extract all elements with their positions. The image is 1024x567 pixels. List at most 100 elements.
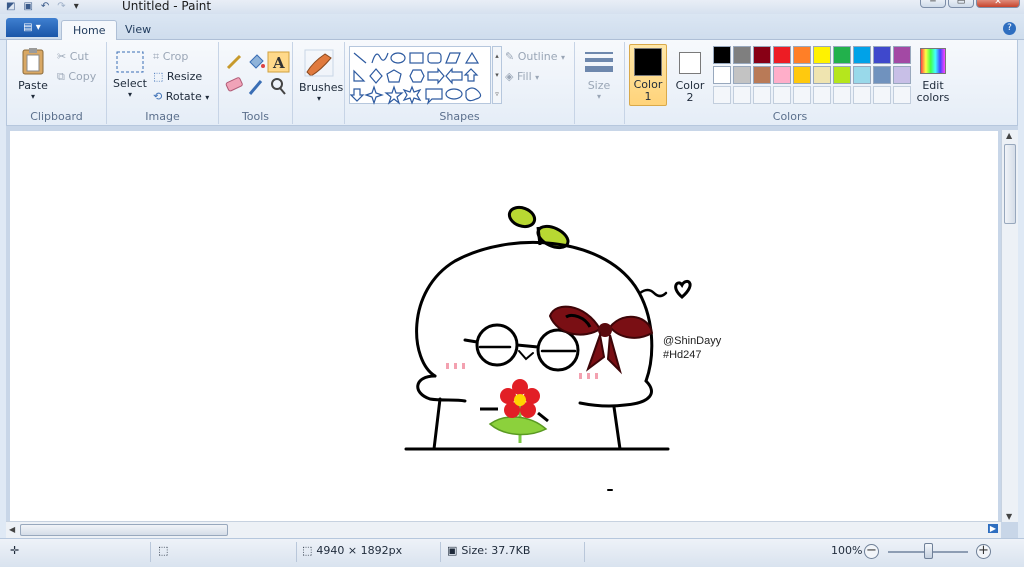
scroll-right-icon[interactable]: ▶ xyxy=(987,524,998,533)
vertical-scroll-thumb[interactable] xyxy=(1004,144,1016,224)
zoom-out-button[interactable]: − xyxy=(864,544,879,559)
custom-color-slot[interactable] xyxy=(893,86,911,104)
rotate-dropdown-icon: ▾ xyxy=(205,93,210,102)
close-button[interactable]: ✕ xyxy=(976,0,1020,8)
paint-menu-button[interactable]: ▤ ▾ xyxy=(6,18,58,37)
custom-color-slot[interactable] xyxy=(873,86,891,104)
custom-color-slot[interactable] xyxy=(713,86,731,104)
quick-access-toolbar: ◩ ▣ ↶ ↷ ▾ xyxy=(6,0,79,14)
select-dropdown-icon: ▾ xyxy=(127,90,132,99)
color2-button[interactable]: Color 2 xyxy=(671,44,709,106)
rotate-button[interactable]: ⟲ Rotate ▾ xyxy=(153,90,209,103)
select-button[interactable]: Select ▾ xyxy=(113,50,147,99)
oval-callout-shape-icon xyxy=(445,88,463,100)
resize-button[interactable]: ⬚ Resize xyxy=(153,70,202,83)
maximize-button[interactable]: ▭ xyxy=(948,0,974,8)
outline-button[interactable]: ✎ Outline ▾ xyxy=(505,50,565,63)
shapes-scroll[interactable]: ▴ ▾ ▿ xyxy=(492,46,502,104)
shapes-gallery[interactable] xyxy=(349,46,491,105)
custom-color-slot[interactable] xyxy=(833,86,851,104)
pencil-icon[interactable] xyxy=(224,52,244,72)
color-swatch[interactable] xyxy=(893,66,911,84)
copy-icon: ⧉ xyxy=(57,70,65,83)
brushes-button[interactable]: Brushes ▾ xyxy=(299,48,343,103)
color-swatch[interactable] xyxy=(873,46,891,64)
custom-color-slot[interactable] xyxy=(773,86,791,104)
line-shape-icon xyxy=(353,52,367,64)
paint-app-icon[interactable]: ◩ xyxy=(6,1,15,13)
color-swatch[interactable] xyxy=(713,66,731,84)
rainbow-icon xyxy=(920,48,946,74)
color-swatch[interactable] xyxy=(813,46,831,64)
undo-icon[interactable]: ↶ xyxy=(41,1,49,13)
color-swatch[interactable] xyxy=(713,46,731,64)
color-swatch[interactable] xyxy=(893,46,911,64)
color-swatch[interactable] xyxy=(813,66,831,84)
redo-icon[interactable]: ↷ xyxy=(57,1,65,13)
color-swatch[interactable] xyxy=(773,46,791,64)
horizontal-scroll-thumb[interactable] xyxy=(20,524,228,536)
paste-icon xyxy=(22,48,44,75)
disk-icon: ▣ xyxy=(447,544,458,557)
resize-icon: ⬚ xyxy=(153,70,164,83)
drawing-canvas[interactable]: @ShinDayy #Hd247 xyxy=(10,131,998,522)
help-icon[interactable]: ? xyxy=(1003,22,1016,35)
color-swatch[interactable] xyxy=(793,46,811,64)
size-button[interactable]: Size ▾ xyxy=(581,50,617,101)
title-bar: ◩ ▣ ↶ ↷ ▾ Untitled - Paint ─ ▭ ✕ xyxy=(0,0,1024,14)
color-swatch[interactable] xyxy=(873,66,891,84)
color-swatch[interactable] xyxy=(753,46,771,64)
text-tool-icon[interactable]: A xyxy=(267,51,290,73)
minimize-button[interactable]: ─ xyxy=(920,0,946,8)
cloud-callout-shape-icon xyxy=(465,87,482,102)
tab-home[interactable]: Home xyxy=(61,20,118,41)
window-title: Untitled - Paint xyxy=(122,0,212,13)
magnifier-icon[interactable] xyxy=(271,78,286,95)
oval-shape-icon xyxy=(390,52,406,64)
fill-button[interactable]: ◈ Fill ▾ xyxy=(505,70,539,83)
eraser-icon[interactable] xyxy=(225,77,243,92)
custom-color-slot[interactable] xyxy=(793,86,811,104)
canvas-drawing xyxy=(404,205,692,491)
custom-color-slot[interactable] xyxy=(813,86,831,104)
fill-bucket-icon[interactable] xyxy=(246,52,266,72)
color1-button[interactable]: Color 1 xyxy=(629,44,667,106)
color-swatch[interactable] xyxy=(793,66,811,84)
crop-button[interactable]: ⌗ Crop xyxy=(153,50,188,64)
color-swatch[interactable] xyxy=(853,46,871,64)
horizontal-scrollbar[interactable]: ◀ ▶ xyxy=(6,521,1001,538)
color2-number: 2 xyxy=(686,91,694,104)
six-point-star-shape-icon xyxy=(402,85,422,105)
edit-colors-button[interactable]: Edit colors xyxy=(913,48,953,104)
color-swatch[interactable] xyxy=(773,66,791,84)
paste-button[interactable]: Paste ▾ xyxy=(13,46,53,101)
rectangle-shape-icon xyxy=(409,52,424,64)
customize-toolbar-icon[interactable]: ▾ xyxy=(74,1,79,13)
color-picker-icon[interactable] xyxy=(248,80,263,95)
custom-color-slot[interactable] xyxy=(753,86,771,104)
custom-color-slot[interactable] xyxy=(853,86,871,104)
cut-button[interactable]: ✂ Cut xyxy=(57,50,89,63)
color-swatch[interactable] xyxy=(833,46,851,64)
scroll-up-icon[interactable]: ▲ xyxy=(1006,131,1012,140)
image-group: Select ▾ ⌗ Crop ⬚ Resize ⟲ Rotate ▾ Imag… xyxy=(107,42,219,124)
zoom-in-button[interactable]: + xyxy=(976,544,991,559)
color-swatch[interactable] xyxy=(733,66,751,84)
color-swatch[interactable] xyxy=(753,66,771,84)
save-icon[interactable]: ▣ xyxy=(23,1,32,13)
scroll-down-icon[interactable]: ▼ xyxy=(1006,512,1012,521)
color-swatch[interactable] xyxy=(853,66,871,84)
color-swatch[interactable] xyxy=(733,46,751,64)
scroll-left-icon[interactable]: ◀ xyxy=(9,525,15,534)
color-swatch[interactable] xyxy=(833,66,851,84)
select-label: Select xyxy=(113,77,147,90)
vertical-scrollbar[interactable]: ▲ ▼ xyxy=(1001,130,1018,522)
brush-icon xyxy=(304,49,334,77)
file-size-value: Size: 37.7KB xyxy=(461,544,531,557)
zoom-slider-knob[interactable] xyxy=(924,543,933,559)
right-triangle-shape-icon xyxy=(353,69,366,82)
copy-button[interactable]: ⧉ Copy xyxy=(57,70,96,84)
tab-view[interactable]: View xyxy=(114,20,162,41)
custom-color-slot[interactable] xyxy=(733,86,751,104)
down-arrow-shape-icon xyxy=(350,88,365,102)
